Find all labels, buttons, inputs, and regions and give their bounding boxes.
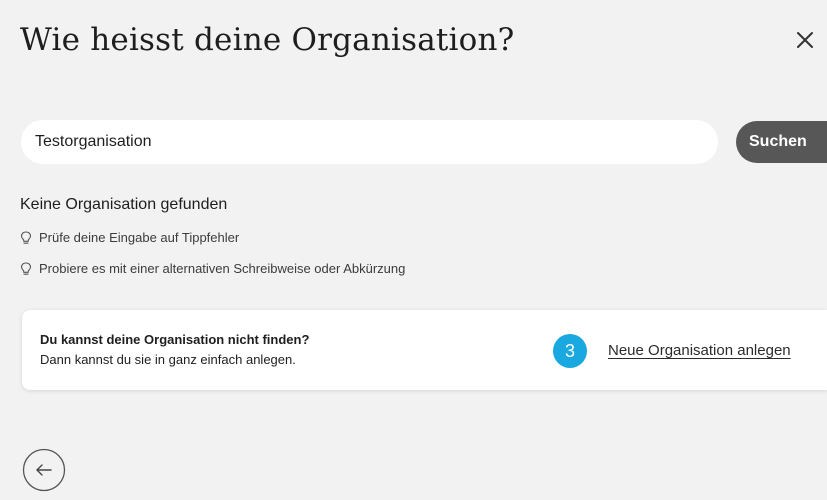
lightbulb-icon bbox=[20, 230, 32, 244]
organisation-search-input[interactable] bbox=[21, 120, 718, 164]
not-found-card-title: Du kannst deine Organisation nicht finde… bbox=[40, 332, 310, 347]
arrow-left-icon bbox=[22, 448, 66, 492]
lightbulb-icon bbox=[20, 261, 32, 275]
tip-item: Prüfe deine Eingabe auf Tippfehler bbox=[20, 230, 239, 245]
step-badge: 3 bbox=[553, 334, 587, 368]
close-icon bbox=[797, 32, 813, 48]
search-button[interactable]: Suchen bbox=[736, 121, 827, 163]
back-button[interactable] bbox=[22, 448, 66, 492]
close-button[interactable] bbox=[791, 26, 819, 54]
create-organisation-link[interactable]: Neue Organisation anlegen bbox=[608, 342, 791, 359]
not-found-card: Du kannst deine Organisation nicht finde… bbox=[22, 310, 827, 390]
dialog-title: Wie heisst deine Organisation? bbox=[20, 22, 515, 58]
tip-text: Probiere es mit einer alternativen Schre… bbox=[39, 261, 406, 276]
tip-item: Probiere es mit einer alternativen Schre… bbox=[20, 261, 405, 276]
no-results-heading: Keine Organisation gefunden bbox=[20, 196, 228, 213]
not-found-card-subtitle: Dann kannst du sie in ganz einfach anleg… bbox=[40, 352, 296, 367]
tip-text: Prüfe deine Eingabe auf Tippfehler bbox=[39, 230, 240, 245]
